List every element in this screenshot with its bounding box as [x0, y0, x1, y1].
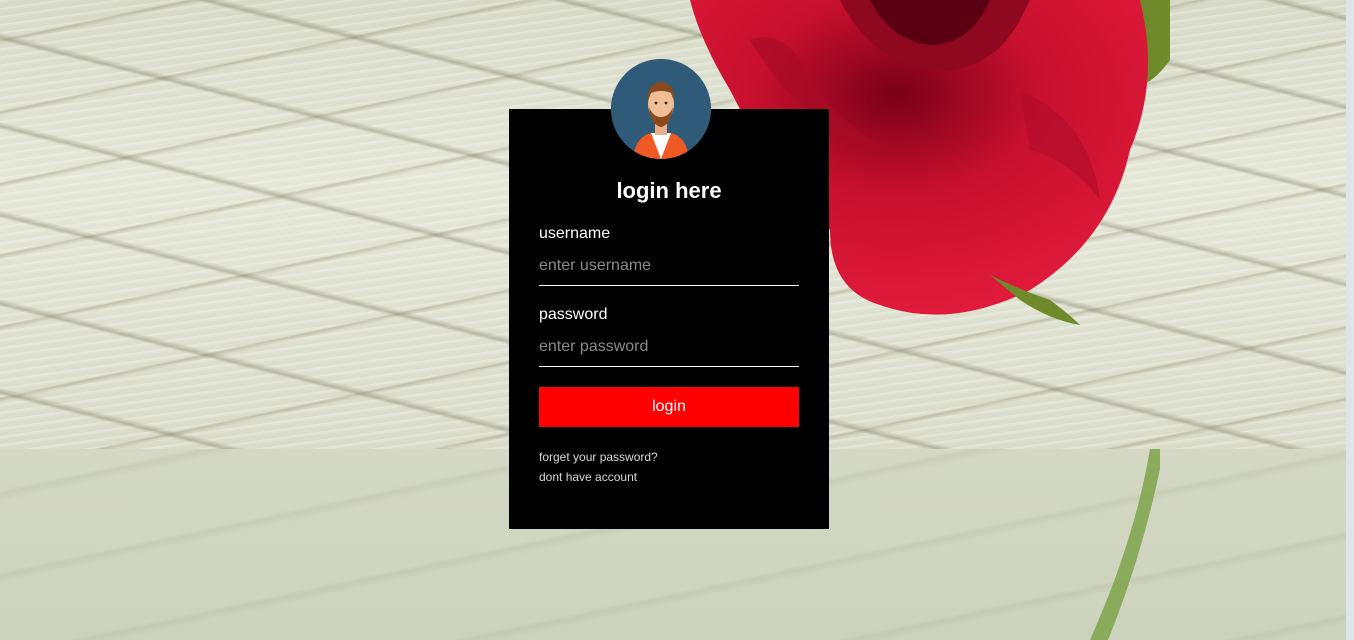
login-box: login here username password login forge…	[509, 59, 829, 529]
username-input[interactable]	[539, 246, 799, 286]
window-edge	[1346, 0, 1354, 640]
user-avatar-icon	[611, 59, 711, 159]
forgot-password-link[interactable]: forget your password?	[539, 450, 658, 464]
password-label: password	[539, 306, 608, 323]
login-button[interactable]: login	[539, 387, 799, 427]
username-label: username	[539, 225, 611, 242]
avatar-illustration	[611, 59, 711, 159]
rose-stem-image	[1090, 449, 1160, 640]
form-title: login here	[616, 178, 722, 203]
login-page: login here username password login forge…	[0, 0, 1354, 640]
signup-link[interactable]: dont have account	[539, 470, 637, 484]
password-input[interactable]	[539, 327, 799, 367]
